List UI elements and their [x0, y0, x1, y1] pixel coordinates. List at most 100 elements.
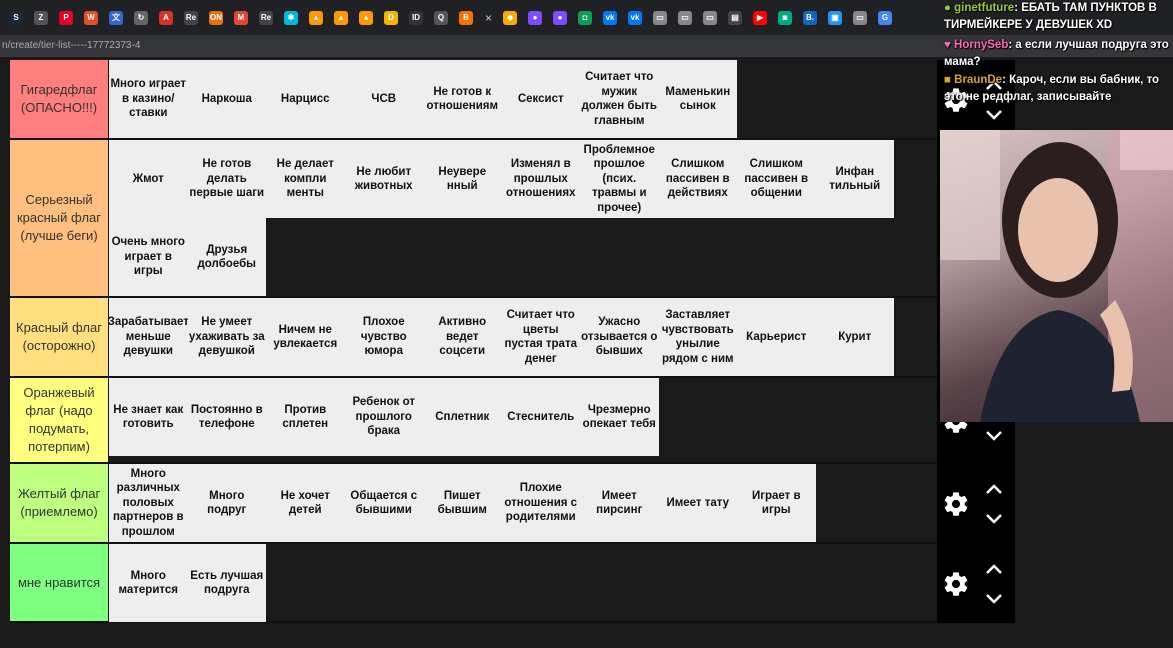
re-icon[interactable]: Re	[184, 10, 198, 25]
tier-item[interactable]: Сплетник	[423, 378, 502, 456]
tier-item[interactable]: Друзья долбоебы	[187, 218, 266, 296]
chevron-down-icon[interactable]	[984, 429, 1004, 443]
tier-item[interactable]: Слишком пассивен в общении	[737, 140, 816, 218]
translate-icon[interactable]: 文	[109, 10, 123, 25]
tier-item[interactable]: Маменькин сынок	[658, 60, 737, 138]
tier-item[interactable]: Ничем не увлекается	[266, 298, 345, 376]
tier-label[interactable]: мне нравится	[10, 544, 109, 621]
tier-item[interactable]: Наркоша	[187, 60, 266, 138]
tier-item[interactable]: Инфан тильный	[815, 140, 894, 218]
tier-item[interactable]: Неувере нный	[423, 140, 502, 218]
tier-item[interactable]: Не умеет ухаживать за девушкой	[187, 298, 266, 376]
tier-item[interactable]: Считает что мужик должен быть главным	[580, 60, 659, 138]
sheet-icon[interactable]: ◘	[578, 10, 593, 25]
folder-icon[interactable]: ◆	[503, 10, 518, 25]
tab-close-icon[interactable]: ×	[485, 11, 492, 25]
tier-item[interactable]: Изменял в прошлых отношениях	[501, 140, 580, 218]
re2-icon[interactable]: Re	[259, 10, 273, 25]
tier-label[interactable]: Серьезный красный флаг (лучше беги)	[10, 140, 109, 296]
tier-item[interactable]: Ребенок от прошлого брака	[344, 378, 423, 456]
history-icon[interactable]: ↻	[134, 10, 148, 25]
steam-icon[interactable]: S	[9, 10, 23, 25]
tier-item[interactable]: Не знает как готовить	[109, 378, 188, 456]
q-icon[interactable]: Q	[434, 10, 448, 25]
tier-item[interactable]: Пишет бывшим	[423, 464, 502, 542]
b-icon[interactable]: B	[459, 10, 473, 25]
globe2-icon[interactable]: ●	[553, 10, 568, 25]
tier-item[interactable]: Плохое чувство юмора	[344, 298, 423, 376]
youtube-icon[interactable]: ▶	[753, 10, 768, 25]
tier-item[interactable]: Не готов к отношениям	[423, 60, 502, 138]
tier-item[interactable]: Играет в игры	[737, 464, 816, 542]
fire3-icon[interactable]: ▲	[359, 10, 373, 25]
tier-control-row	[937, 464, 1015, 544]
vk-icon[interactable]: vk	[603, 10, 618, 25]
tier-item[interactable]: Не хочет детей	[266, 464, 345, 542]
tier-item[interactable]: Много различных половых партнеров в прош…	[109, 464, 188, 542]
tier-item[interactable]: Много матерится	[109, 544, 188, 622]
gear-icon[interactable]	[942, 570, 970, 598]
google-icon[interactable]: G	[878, 10, 893, 25]
tier-item[interactable]: Заставляет чувствовать унылие рядом с ни…	[658, 298, 737, 376]
tier-item[interactable]: Против сплетен	[266, 378, 345, 456]
tier-item[interactable]: ЧСВ	[344, 60, 423, 138]
tier-item[interactable]: Много подруг	[187, 464, 266, 542]
tier-item[interactable]: Зарабатывает меньше девушки	[109, 298, 188, 376]
tier-items: Много матерится Есть лучшая подруга	[109, 544, 936, 622]
streamer-webcam	[940, 130, 1173, 422]
tier-item[interactable]: Имеет пирсинг	[580, 464, 659, 542]
tier-item[interactable]: Очень много играет в игры	[109, 218, 188, 296]
tier-item[interactable]: Есть лучшая подруга	[187, 544, 266, 622]
page2-icon[interactable]: ▭	[678, 10, 693, 25]
tier-item[interactable]: Курит	[815, 298, 894, 376]
pinterest-icon[interactable]: P	[59, 10, 73, 25]
gear-icon[interactable]	[942, 490, 970, 518]
chat-icon[interactable]: ◙	[778, 10, 793, 25]
page4-icon[interactable]: ▭	[853, 10, 868, 25]
tier-label[interactable]: Желтый флаг (приемлемо)	[10, 464, 109, 542]
zed-icon[interactable]: Z	[34, 10, 48, 25]
tier-item[interactable]: Нарцисс	[266, 60, 345, 138]
tier-item[interactable]: Не любит животных	[344, 140, 423, 218]
page-icon[interactable]: ▭	[653, 10, 668, 25]
page3-icon[interactable]: ▭	[703, 10, 718, 25]
tier-item[interactable]: Считает что цветы пустая трата денег	[501, 298, 580, 376]
tier-item[interactable]: Активно ведет соцсети	[423, 298, 502, 376]
tier-item[interactable]: Много играет в казино/ставки	[109, 60, 188, 138]
tier-label[interactable]: Гигаредфлаг (ОПАСНО!!!)	[10, 60, 109, 138]
tier-label[interactable]: Оранжевый флаг (надо подумать, потерпим)	[10, 378, 109, 462]
d-icon[interactable]: D	[384, 10, 398, 25]
tier-item[interactable]: Не готов делать первые шаги	[187, 140, 266, 218]
tier-item[interactable]: Ужасно отзывается о бывших	[580, 298, 659, 376]
gmail-icon[interactable]: M	[234, 10, 248, 25]
tier-label[interactable]: Красный флаг (осторожно)	[10, 298, 109, 376]
chevron-up-icon[interactable]	[984, 482, 1004, 496]
vk2-icon[interactable]: vk	[628, 10, 643, 25]
tier-item[interactable]: Сексист	[501, 60, 580, 138]
orange-icon[interactable]: ON	[209, 10, 223, 25]
doc-icon[interactable]: ▤	[728, 10, 743, 25]
id-icon[interactable]: ID	[409, 10, 423, 25]
tier-item[interactable]: Проблемное прошлое (псих. травмы и проче…	[580, 140, 659, 218]
tier-item[interactable]: Плохие отношения с родителями	[501, 464, 580, 542]
a-icon[interactable]: A	[159, 10, 173, 25]
chevron-down-icon[interactable]	[984, 592, 1004, 606]
img-icon[interactable]: ▣	[828, 10, 843, 25]
fire-icon[interactable]: ▲	[309, 10, 323, 25]
fire2-icon[interactable]: ▲	[334, 10, 348, 25]
tier-item[interactable]: Постоянно в телефоне	[187, 378, 266, 456]
tier-item[interactable]: Карьерист	[737, 298, 816, 376]
tier-item[interactable]: Имеет тату	[658, 464, 737, 542]
tier-item[interactable]: Не делает компли менты	[266, 140, 345, 218]
w-icon[interactable]: W	[84, 10, 98, 25]
tier-item[interactable]: Слишком пассивен в действиях	[658, 140, 737, 218]
tier-item[interactable]: Общается с бывшими	[344, 464, 423, 542]
tier-item[interactable]: Чрезмерно опекает тебя	[580, 378, 659, 456]
tier-item[interactable]: Жмот	[109, 140, 188, 218]
star-icon[interactable]: ✱	[284, 10, 298, 25]
globe-icon[interactable]: ●	[528, 10, 543, 25]
b2-icon[interactable]: B.	[803, 10, 818, 25]
chevron-down-icon[interactable]	[984, 512, 1004, 526]
tier-item[interactable]: Стеснитель	[501, 378, 580, 456]
chevron-up-icon[interactable]	[984, 562, 1004, 576]
